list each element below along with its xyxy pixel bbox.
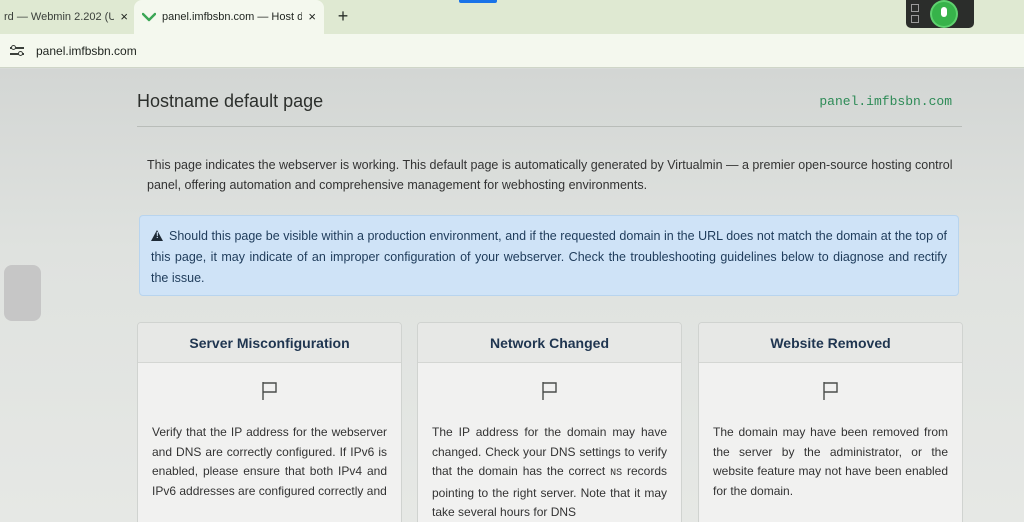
flag-icon — [822, 382, 838, 400]
flag-icon — [261, 382, 277, 400]
tab-title: panel.imfbsbn.com — Host def — [162, 11, 302, 23]
new-tab-button[interactable]: + — [332, 6, 354, 28]
tab-strip: rd — Webmin 2.202 (U × panel.imfbsbn.com… — [0, 0, 1024, 34]
tab-webmin[interactable]: rd — Webmin 2.202 (U × — [0, 0, 134, 34]
card-website-removed: Website Removed The domain may have been… — [698, 322, 963, 522]
grid-icon[interactable] — [911, 4, 919, 12]
card-body: The domain may have been removed from th… — [713, 425, 948, 498]
address-bar[interactable]: panel.imfbsbn.com — [0, 34, 1024, 68]
card-body: The IP address for the domain may have c… — [418, 423, 681, 522]
tab-panel[interactable]: panel.imfbsbn.com — Host def × — [134, 0, 324, 34]
page-content: Hostname default page panel.imfbsbn.com … — [0, 69, 1024, 522]
page-header: Hostname default page panel.imfbsbn.com — [137, 83, 962, 127]
url-text[interactable]: panel.imfbsbn.com — [36, 44, 137, 58]
recording-widget[interactable] — [906, 0, 974, 28]
page-title: Hostname default page — [137, 91, 324, 111]
record-type-code: NS — [610, 468, 623, 479]
grid-icon[interactable] — [911, 15, 919, 23]
microphone-icon[interactable] — [932, 2, 956, 26]
close-icon[interactable]: × — [120, 9, 128, 25]
card-title: Server Misconfiguration — [138, 323, 401, 363]
virtualmin-check-icon — [142, 12, 156, 22]
card-title: Website Removed — [699, 323, 962, 363]
header-hostname: panel.imfbsbn.com — [819, 94, 952, 109]
close-icon[interactable]: × — [308, 9, 316, 25]
tab-title: rd — Webmin 2.202 (U — [4, 11, 114, 23]
card-title: Network Changed — [418, 323, 681, 363]
card-network-changed: Network Changed The IP address for the d… — [417, 322, 682, 522]
intro-text: This page indicates the webserver is wor… — [147, 158, 953, 192]
tab-indicator — [459, 0, 497, 3]
alert-text: Should this page be visible within a pro… — [151, 229, 947, 285]
card-server-misconfiguration: Server Misconfiguration Verify that the … — [137, 322, 402, 522]
card-body: Verify that the IP address for the webse… — [152, 425, 387, 498]
site-settings-icon[interactable] — [10, 44, 24, 57]
flag-icon — [541, 382, 557, 400]
side-panel-handle[interactable] — [4, 265, 41, 321]
warning-triangle-icon — [151, 230, 163, 241]
warning-alert: Should this page be visible within a pro… — [139, 215, 959, 296]
